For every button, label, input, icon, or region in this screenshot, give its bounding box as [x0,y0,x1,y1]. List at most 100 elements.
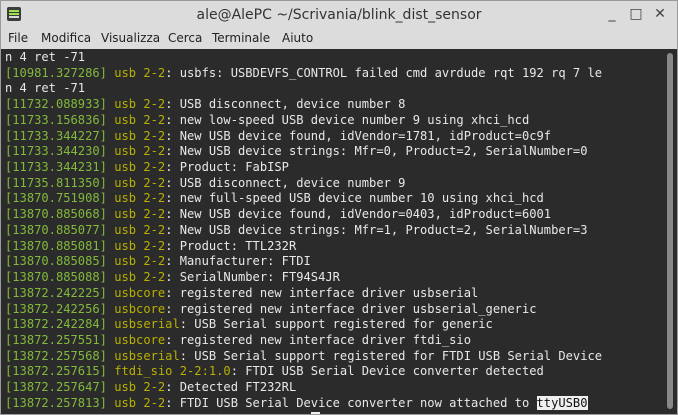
terminal-line: [13872.242284] usbserial: USB Serial sup… [5,317,493,333]
menu-visualizza[interactable]: Visualizza [101,31,160,45]
log-timestamp: [11733.344230] [5,144,115,159]
log-subsystem: usb 2-2 [114,112,166,127]
prompt-path: ~/Scrivania/blink_dist_sensor $ [78,413,304,414]
log-message: : usbfs: USBDEVFS_CONTROL failed cmd avr… [165,65,603,80]
terminal-window: ale@AlePC ~/Scrivania/blink_dist_sensor … [0,0,678,415]
terminal-line: [11733.344227] usb 2-2: New USB device f… [5,129,551,145]
text-cursor [310,411,320,414]
log-subsystem: usbcore [114,301,166,316]
log-subsystem: ftdi_sio 2-2:1.0 [114,364,231,379]
log-subsystem: usb 2-2 [114,238,166,253]
log-subsystem: usb 2-2 [114,380,166,395]
menu-aiuto[interactable]: Aiuto [282,31,313,45]
log-message: : registered new interface driver ftdi_s… [165,332,471,347]
log-message: : USB Serial support registered for gene… [179,317,493,332]
terminal-line: [13872.257647] usb 2-2: Detected FT232RL [5,380,296,396]
log-timestamp: [11735.811350] [5,175,115,190]
log-subsystem: usb 2-2 [114,191,166,206]
menu-bar: File Modifica Visualizza Cerca Terminale… [1,29,677,49]
log-timestamp: [13870.885068] [5,207,115,222]
log-timestamp: [10981.327286] [5,65,115,80]
title-bar[interactable]: ale@AlePC ~/Scrivania/blink_dist_sensor … [1,1,677,29]
log-subsystem: usb 2-2 [114,160,166,175]
menu-file[interactable]: File [8,31,28,45]
terminal-line: [11733.344231] usb 2-2: Product: FabISP [5,160,289,176]
log-message: n 4 ret -71 [5,50,86,64]
terminal-line: [13870.885077] usb 2-2: New USB device s… [5,223,588,239]
log-message: : registered new interface driver usbser… [165,285,479,300]
terminal-line: [11732.088933] usb 2-2: USB disconnect, … [5,97,405,113]
log-timestamp: [13872.257647] [5,380,115,395]
log-message: n 4 ret -71 [5,81,86,96]
log-timestamp: [13870.751908] [5,191,115,206]
log-timestamp: [13870.885085] [5,254,115,269]
log-message: : FTDI USB Serial Device converter now a… [165,395,537,410]
log-timestamp: [13870.885077] [5,222,115,237]
log-subsystem: usb 2-2 [114,222,166,237]
log-message: : New USB device found, idVendor=0403, i… [165,207,552,222]
terminal-line: [13872.257568] usbserial: USB Serial sup… [5,349,602,365]
log-message: : Detected FT232RL [165,380,297,395]
log-timestamp: [11733.156836] [5,112,115,127]
log-subsystem: usb 2-2 [114,254,166,269]
terminal-line: [13870.885081] usb 2-2: Product: TTL232R [5,239,296,255]
terminal-line: [13870.885088] usb 2-2: SerialNumber: FT… [5,270,340,286]
log-subsystem: usb 2-2 [114,97,166,112]
terminal-line: [13870.751908] usb 2-2: new full-speed U… [5,191,544,207]
log-timestamp: [13872.242284] [5,317,115,332]
terminal-line: [13870.885085] usb 2-2: Manufacturer: FT… [5,254,311,270]
log-message: : Product: TTL232R [165,238,297,253]
terminal-line: [13872.257615] ftdi_sio 2-2:1.0: FTDI US… [5,364,544,380]
terminal-line: [13872.242256] usbcore: registered new i… [5,302,537,318]
menu-modifica[interactable]: Modifica [41,31,91,45]
log-timestamp: [11733.344231] [5,160,115,175]
terminal-output[interactable]: n 4 ret -71 [10981.327286] usb 2-2: usbfs… [1,49,662,414]
terminal-line: [13870.885068] usb 2-2: New USB device f… [5,207,551,223]
menu-terminale[interactable]: Terminale [212,31,270,45]
vertical-scrollbar[interactable] [662,49,676,414]
log-message: : USB disconnect, device number 9 [165,175,406,190]
scrollbar-thumb[interactable] [667,53,673,409]
shell-prompt[interactable]: ale@AlePC ~/Scrivania/blink_dist_sensor … [5,411,320,414]
terminal-line: [13872.257813] usb 2-2: FTDI USB Serial … [5,395,588,412]
log-message: : registered new interface driver usbser… [165,301,537,316]
prompt-user: ale@AlePC [5,413,71,414]
log-message: : New USB device strings: Mfr=0, Product… [165,144,588,159]
log-subsystem: usbserial [114,317,180,332]
terminal-line: [13872.257551] usbcore: registered new i… [5,333,471,349]
log-message: : new low-speed USB device number 9 usin… [165,112,530,127]
log-message: : USB Serial support registered for FTDI… [179,348,603,363]
terminal-line: [11735.811350] usb 2-2: USB disconnect, … [5,176,405,192]
log-message: : FTDI USB Serial Device converter detec… [230,364,544,379]
close-button[interactable]: ✕ [651,5,669,23]
log-message: : Manufacturer: FTDI [165,254,311,269]
maximize-button[interactable]: □ [627,5,645,23]
log-timestamp: [13872.242256] [5,301,115,316]
log-subsystem: usb 2-2 [114,65,166,80]
terminal-line: [13872.242225] usbcore: registered new i… [5,286,478,302]
terminal-line: [10981.327286] usb 2-2: usbfs: USBDEVFS_… [5,66,602,82]
terminal-line: [11733.156836] usb 2-2: new low-speed US… [5,113,529,129]
log-subsystem: usb 2-2 [114,128,166,143]
log-subsystem: usb 2-2 [114,207,166,222]
log-message: : New USB device strings: Mfr=1, Product… [165,222,588,237]
log-message: : new full-speed USB device number 10 us… [165,191,544,206]
log-subsystem: usb 2-2 [114,144,166,159]
log-message: : New USB device found, idVendor=1781, i… [165,128,552,143]
minimize-button[interactable]: _ [603,5,621,23]
selected-text: ttyUSB0 [536,395,588,410]
log-timestamp: [13872.257813] [5,395,115,410]
log-timestamp: [13872.257551] [5,332,115,347]
terminal-line: n 4 ret -71 [5,50,85,66]
log-timestamp: [13872.257615] [5,364,115,379]
log-message: : Product: FabISP [165,160,289,175]
log-subsystem: usb 2-2 [114,395,166,410]
log-timestamp: [11733.344227] [5,128,115,143]
log-timestamp: [13870.885088] [5,270,115,285]
log-subsystem: usb 2-2 [114,175,166,190]
log-timestamp: [13872.242225] [5,285,115,300]
log-message: : SerialNumber: FT94S4JR [165,270,340,285]
log-subsystem: usbcore [114,332,166,347]
menu-cerca[interactable]: Cerca [168,31,202,45]
window-title: ale@AlePC ~/Scrivania/blink_dist_sensor [196,7,482,23]
